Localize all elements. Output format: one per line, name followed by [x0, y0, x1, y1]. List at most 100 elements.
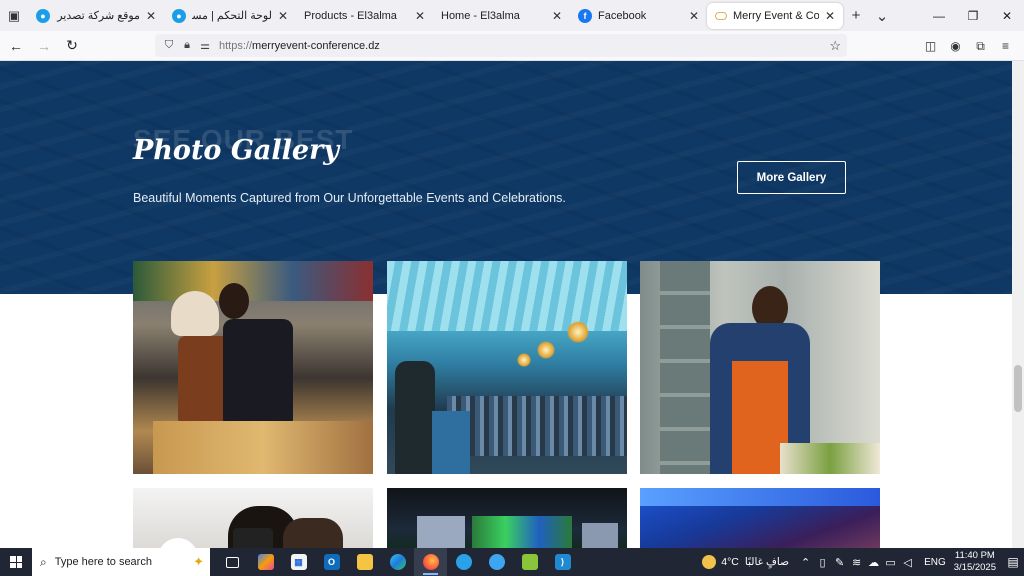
- gallery-photo-stage[interactable]: [387, 488, 627, 548]
- file-explorer-button[interactable]: [348, 548, 381, 576]
- edge-icon: [389, 554, 406, 570]
- bookmark-star-icon[interactable]: ☆: [829, 38, 841, 54]
- chevron-up-icon[interactable]: ⌃: [797, 556, 814, 569]
- gallery-photo-blue-hall[interactable]: [640, 488, 880, 548]
- plus-icon: +: [851, 7, 861, 24]
- tab-title: موقع شركة تصدير التمور باب: [56, 10, 140, 22]
- speaker-figure: [395, 361, 435, 474]
- tab-list-button[interactable]: ▣: [0, 0, 28, 31]
- tab-title: Merry Event & Conference: [733, 9, 819, 22]
- tab-title: Home - El3alma: [441, 9, 520, 22]
- shelf-decor: [133, 261, 373, 301]
- back-icon[interactable]: ←: [4, 38, 28, 54]
- close-icon[interactable]: ✕: [552, 9, 562, 23]
- tab-products[interactable]: Products - El3alma ✕: [296, 3, 433, 29]
- close-icon[interactable]: ✕: [825, 9, 835, 23]
- shield-icon[interactable]: ⛉: [161, 39, 177, 52]
- task-view-icon: [226, 556, 239, 568]
- circle-icon: ●: [36, 8, 50, 23]
- url-scheme: https://: [219, 39, 253, 52]
- pocket-icon[interactable]: ◫: [918, 39, 943, 53]
- account-icon[interactable]: ◉: [943, 39, 968, 53]
- more-gallery-button[interactable]: More Gallery: [737, 161, 846, 194]
- tab-title: Products - El3alma: [304, 9, 397, 22]
- lock-icon[interactable]: 🔒︎: [179, 39, 195, 52]
- extensions-icon[interactable]: ⧉: [968, 39, 993, 54]
- taskbar-apps: ▦ O ⟩: [216, 548, 579, 576]
- weather-text: صافٍ غالبًا: [744, 556, 790, 568]
- window-decor: [660, 261, 710, 474]
- start-button[interactable]: [0, 548, 32, 576]
- firefox-button[interactable]: [414, 548, 447, 576]
- gallery-photo-camera[interactable]: [133, 488, 373, 548]
- weather-icon: [702, 555, 717, 569]
- chandelier-decor: [517, 353, 531, 367]
- merry-logo-icon: [715, 11, 727, 20]
- menu-icon[interactable]: ≡: [993, 39, 1018, 53]
- outlook-button[interactable]: O: [315, 548, 348, 576]
- tab-home[interactable]: Home - El3alma ✕: [433, 3, 570, 29]
- tab-merry-event[interactable]: Merry Event & Conference ✕: [707, 2, 843, 29]
- toolbar-right: ◫ ◉ ⧉ ≡: [918, 31, 1018, 61]
- scrollbar-thumb[interactable]: [1014, 365, 1022, 412]
- app-green-button[interactable]: [513, 548, 546, 576]
- taskbar-search[interactable]: ⌕ Type here to search ✦: [32, 548, 210, 576]
- tab-overflow-button[interactable]: ⌄: [869, 7, 895, 25]
- close-icon[interactable]: ✕: [146, 9, 156, 23]
- chandelier-decor: [537, 341, 555, 359]
- store-button[interactable]: ▦: [282, 548, 315, 576]
- system-tray: 4°C صافٍ غالبًا ⌃ ▯ ✎ ≋ ☁ ▭ ◁ ENG 11:40 …: [702, 548, 1024, 576]
- reload-icon[interactable]: ↻: [60, 37, 84, 54]
- gallery-hero: SEE OUR BEST Photo Gallery Beautiful Mom…: [0, 61, 1012, 294]
- windows-taskbar: ⌕ Type here to search ✦ ▦ O ⟩ 4°C صافٍ غ…: [0, 548, 1024, 576]
- pen-icon[interactable]: ✎: [831, 556, 848, 569]
- app-globe-button[interactable]: [480, 548, 513, 576]
- food-decor: [780, 443, 880, 474]
- weather-widget[interactable]: 4°C صافٍ غالبًا: [702, 555, 789, 569]
- vscode-button[interactable]: ⟩: [546, 548, 579, 576]
- app-blue-button[interactable]: [447, 548, 480, 576]
- new-tab-button[interactable]: +: [843, 7, 869, 24]
- clock-time: 11:40 PM: [954, 550, 995, 561]
- gallery-photo-chef[interactable]: [640, 261, 880, 474]
- url-bar[interactable]: ⛉ 🔒︎ ⚌ https:// merryevent-conference.dz…: [155, 34, 847, 57]
- gallery-photo-conference[interactable]: [387, 261, 627, 474]
- cloud-icon[interactable]: ☁: [865, 556, 882, 569]
- speaker-icon[interactable]: ◁: [899, 556, 916, 569]
- close-window-icon[interactable]: ✕: [990, 9, 1024, 23]
- chandelier-decor: [567, 321, 589, 343]
- clock-date: 3/15/2025: [953, 562, 996, 573]
- minimize-icon[interactable]: —: [922, 9, 956, 23]
- edge-button[interactable]: [381, 548, 414, 576]
- tab-tamour[interactable]: ● موقع شركة تصدير التمور باب ✕: [28, 3, 164, 29]
- gallery-photo-market[interactable]: [133, 261, 373, 474]
- copilot-button[interactable]: [249, 548, 282, 576]
- notification-icon[interactable]: ▤: [1002, 555, 1024, 569]
- tab-mostaql[interactable]: ● لوحة التحكم | مستقل ✕: [164, 3, 296, 29]
- screen-decor: [417, 516, 465, 548]
- close-icon[interactable]: ✕: [415, 9, 425, 23]
- tab-facebook[interactable]: f Facebook ✕: [570, 3, 707, 29]
- clock[interactable]: 11:40 PM 3/15/2025: [954, 550, 996, 574]
- close-icon[interactable]: ✕: [278, 9, 288, 23]
- store-icon: ▦: [290, 554, 307, 570]
- outlook-icon: O: [323, 554, 340, 570]
- app-green-icon: [521, 554, 538, 570]
- forward-icon[interactable]: →: [32, 38, 56, 54]
- battery-icon[interactable]: ▭: [882, 556, 899, 569]
- navigation-bar: ← → ↻ ⛉ 🔒︎ ⚌ https:// merryevent-confere…: [0, 31, 1024, 61]
- device-icon[interactable]: ▯: [814, 556, 831, 569]
- permissions-icon[interactable]: ⚌: [197, 39, 213, 52]
- facebook-icon: f: [578, 8, 592, 23]
- tent-ceiling: [387, 261, 627, 331]
- restore-icon[interactable]: ❐: [956, 9, 990, 23]
- search-highlight-icon: ✦: [193, 554, 204, 569]
- task-view-button[interactable]: [216, 548, 249, 576]
- language-indicator[interactable]: ENG: [924, 557, 946, 568]
- wifi-icon[interactable]: ≋: [848, 556, 865, 569]
- page-scrollbar[interactable]: [1012, 61, 1024, 548]
- screen-decor: [582, 523, 618, 548]
- chevron-down-icon: ⌄: [875, 7, 889, 25]
- close-icon[interactable]: ✕: [689, 9, 699, 23]
- app-blue-icon: [455, 554, 472, 570]
